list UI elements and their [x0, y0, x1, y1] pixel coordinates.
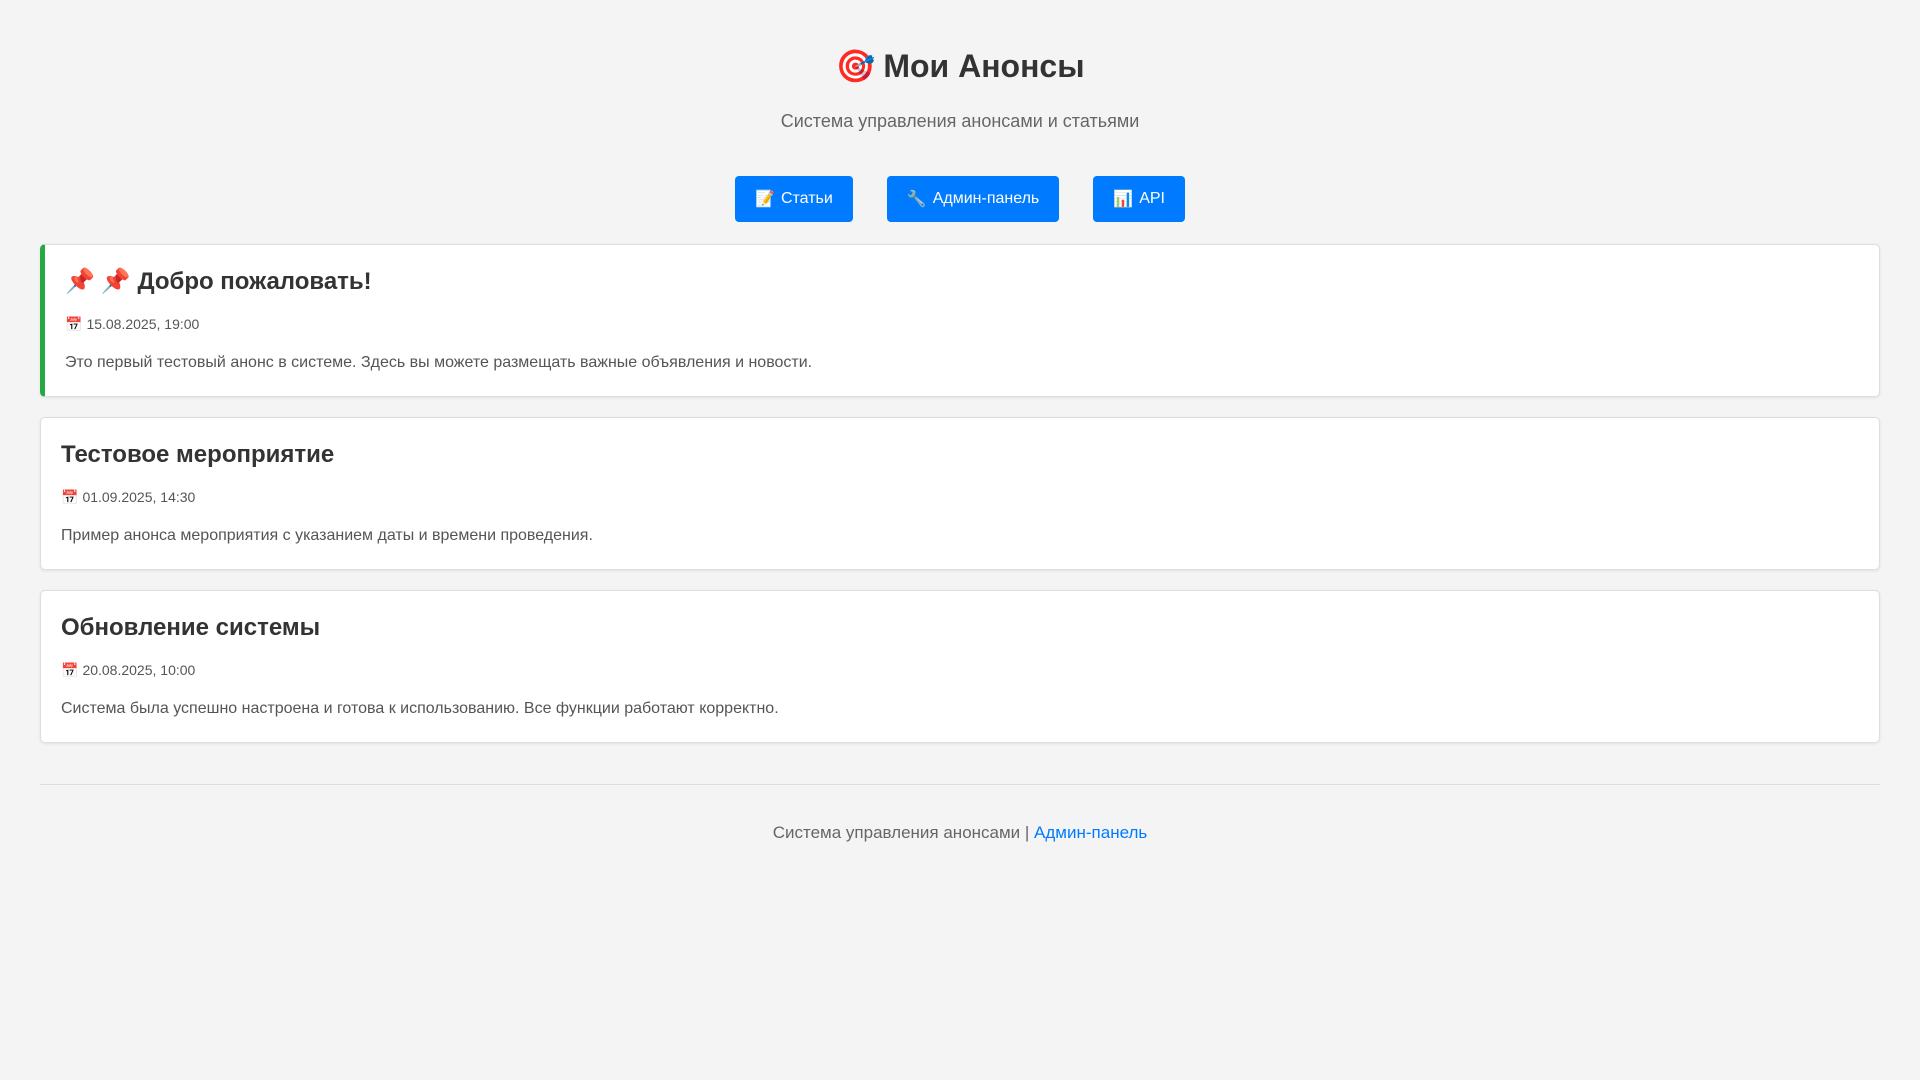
calendar-icon: 📅 — [65, 316, 83, 332]
page: 🎯 Мои Анонсы Система управления анонсами … — [0, 0, 1920, 1080]
pushpin-icon: 📌 — [65, 268, 95, 295]
announcement-date: 📅 15.08.2025, 19:00 — [65, 315, 1859, 333]
announcement-title-text: 📌 Добро пожаловать! — [100, 268, 372, 295]
announcement-card: Тестовое мероприятие 📅 01.09.2025, 14:30… — [40, 417, 1880, 570]
header: 🎯 Мои Анонсы Система управления анонсами … — [0, 0, 1920, 222]
announcement-date-text: 15.08.2025, 19:00 — [86, 316, 200, 332]
announcement-text: Система была успешно настроена и готова … — [61, 700, 779, 717]
announcement-title: Обновление системы — [61, 613, 1859, 643]
announcement-title: 📌 📌 Добро пожаловать! — [65, 267, 1859, 297]
announcement-title-text: Тестовое мероприятие — [61, 441, 335, 468]
wrench-icon: 🔧 — [906, 191, 927, 208]
footer-text: Система управления анонсами | — [772, 823, 1035, 842]
announcement-text: Пример анонса мероприятия с указанием да… — [61, 527, 593, 544]
announcement-date: 📅 20.08.2025, 10:00 — [61, 661, 1859, 679]
announcement-text: Это первый тестовый анонс в системе. Зде… — [65, 354, 813, 371]
page-subtitle: Система управления анонсами и статьями — [780, 111, 1140, 131]
announcement-title-text: Обновление системы — [61, 614, 321, 641]
admin-panel-button-label: Админ-панель — [932, 190, 1040, 207]
calendar-icon: 📅 — [61, 662, 79, 678]
announcement-card: Обновление системы 📅 20.08.2025, 10:00 С… — [40, 590, 1880, 743]
memo-icon: 📝 — [755, 191, 775, 208]
footer-divider — [40, 784, 1880, 785]
articles-button-label: Статьи — [780, 190, 833, 207]
announcement-title: Тестовое мероприятие — [61, 440, 1859, 470]
announcement-date-text: 20.08.2025, 10:00 — [82, 662, 196, 678]
page-title-text: Мои Анонсы — [883, 48, 1085, 84]
footer: Система управления анонсами | Админ-пане… — [0, 822, 1920, 844]
target-icon: 🎯 — [835, 48, 876, 84]
page-title: 🎯 Мои Анонсы — [0, 44, 1920, 88]
nav-bar: 📝 Статьи 🔧 Админ-панель 📊 API — [0, 176, 1920, 222]
announcement-date-text: 01.09.2025, 14:30 — [82, 489, 196, 505]
footer-admin-link[interactable]: Админ-панель — [1034, 823, 1147, 842]
bar-chart-icon: 📊 — [1113, 191, 1134, 208]
announcement-date: 📅 01.09.2025, 14:30 — [61, 488, 1859, 506]
api-button-label: API — [1139, 190, 1165, 207]
articles-button[interactable]: 📝 Статьи — [735, 176, 853, 222]
api-button[interactable]: 📊 API — [1093, 176, 1185, 222]
announcement-card: 📌 📌 Добро пожаловать! 📅 15.08.2025, 19:0… — [40, 244, 1880, 397]
calendar-icon: 📅 — [61, 489, 79, 505]
admin-panel-button[interactable]: 🔧 Админ-панель — [886, 176, 1060, 222]
announcement-list: 📌 📌 Добро пожаловать! 📅 15.08.2025, 19:0… — [40, 244, 1880, 763]
